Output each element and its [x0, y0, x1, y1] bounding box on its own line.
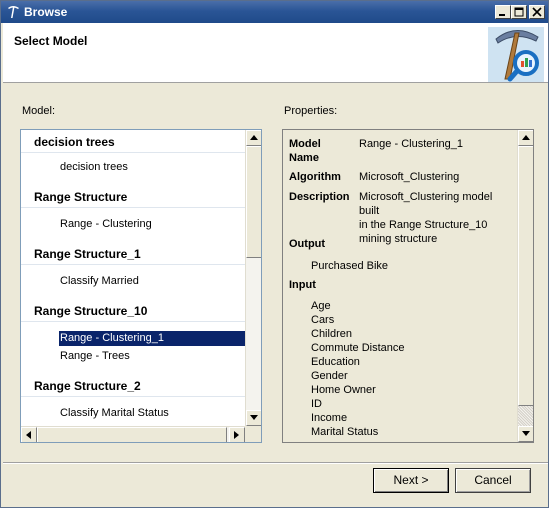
input-heading: Input [289, 279, 316, 291]
arrow-up-icon [250, 135, 258, 140]
minimize-icon [499, 14, 505, 16]
input-column: Commute Distance [311, 342, 405, 354]
scroll-up-button[interactable] [518, 130, 533, 146]
scroll-track[interactable] [518, 406, 533, 426]
close-button[interactable] [529, 5, 545, 19]
algorithm-key: Algorithm [289, 171, 341, 183]
page-title: Select Model [14, 34, 88, 48]
data-mining-pickaxe-icon [488, 27, 544, 82]
output-column: Purchased Bike [311, 260, 389, 272]
pickaxe-icon [8, 6, 19, 18]
input-column: Gender [311, 370, 348, 382]
properties-label: Properties: [284, 105, 338, 117]
properties-content: Model Name Range - Clustering_1 Algorithm… [283, 130, 517, 442]
input-column: Age [311, 300, 331, 312]
browse-dialog: Browse Select Model Model: Properties: d… [0, 0, 549, 508]
horizontal-scroll-thumb[interactable] [37, 427, 227, 442]
title-bar[interactable]: Browse [1, 1, 548, 23]
model-item[interactable]: Range - Trees [59, 349, 134, 364]
group-header[interactable]: Range Structure [21, 186, 245, 208]
scrollbar-corner [245, 426, 261, 442]
model-item[interactable]: Range - Clustering [59, 217, 156, 232]
scroll-down-button[interactable] [246, 410, 261, 426]
arrow-right-icon [234, 431, 239, 439]
scroll-right-button[interactable] [229, 427, 245, 442]
input-column: Income [311, 412, 348, 424]
arrow-left-icon [26, 431, 31, 439]
scroll-down-button[interactable] [518, 426, 533, 442]
next-button[interactable]: Next > [373, 468, 449, 493]
close-icon [532, 7, 542, 17]
model-item[interactable]: decision trees [59, 160, 132, 175]
model-name-key: Model Name [289, 138, 321, 164]
arrow-up-icon [522, 135, 530, 140]
cancel-button[interactable]: Cancel [455, 468, 531, 493]
properties-panel: Model Name Range - Clustering_1 Algorithm… [282, 129, 534, 443]
algorithm-value: Microsoft_Clustering [359, 171, 460, 183]
scroll-up-button[interactable] [246, 130, 261, 146]
maximize-button[interactable] [511, 5, 527, 19]
input-column: Cars [311, 314, 335, 326]
scroll-thumb[interactable] [246, 146, 261, 258]
description-value: Microsoft_Clustering model built in the R… [359, 191, 493, 245]
model-name-value: Range - Clustering_1 [359, 138, 463, 150]
model-item[interactable]: Classify Marital Status [59, 406, 173, 421]
group-header[interactable]: Range Structure_10 [21, 300, 245, 322]
model-item[interactable]: Classify Married [59, 274, 143, 289]
window-title: Browse [24, 5, 68, 19]
footer-divider-highlight [3, 463, 548, 464]
input-column: ID [311, 398, 322, 410]
model-list-items: decision trees decision trees Range Stru… [21, 130, 245, 426]
description-key: Description [289, 191, 350, 203]
minimize-button[interactable] [495, 5, 511, 19]
scroll-thumb[interactable] [518, 146, 533, 406]
properties-vertical-scrollbar[interactable] [517, 130, 533, 442]
model-list-horizontal-scrollbar[interactable] [21, 426, 245, 442]
input-column: Marital Status [311, 426, 379, 438]
group-header[interactable]: Range Structure_2 [21, 375, 245, 397]
input-column: Children [311, 328, 352, 340]
maximize-icon [514, 7, 524, 17]
model-label: Model: [22, 105, 56, 117]
wizard-header: Select Model [3, 23, 548, 83]
model-item-selected[interactable]: Range - Clustering_1 [59, 331, 245, 346]
group-header[interactable]: decision trees [21, 131, 245, 153]
arrow-down-icon [250, 415, 258, 420]
output-heading: Output [289, 238, 326, 250]
input-column: Home Owner [311, 384, 376, 396]
scroll-left-button[interactable] [21, 427, 37, 442]
model-list[interactable]: decision trees decision trees Range Stru… [20, 129, 262, 443]
arrow-down-icon [522, 431, 530, 436]
group-header[interactable]: Range Structure_1 [21, 243, 245, 265]
model-list-vertical-scrollbar[interactable] [245, 130, 261, 426]
input-column: Education [311, 356, 360, 368]
